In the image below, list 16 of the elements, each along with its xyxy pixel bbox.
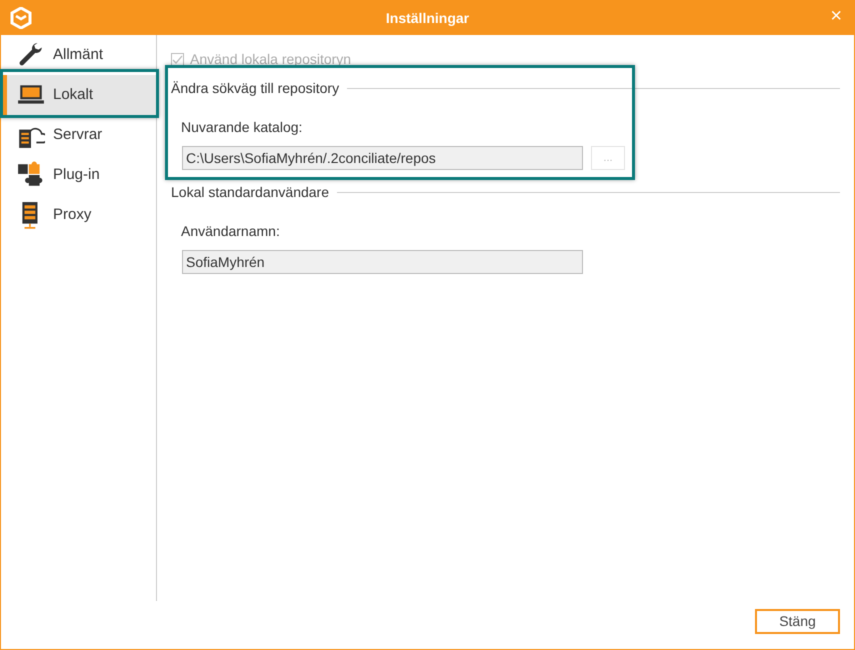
- puzzle-icon: [17, 161, 45, 189]
- window-title: Inställningar: [386, 8, 470, 28]
- text-field[interactable]: SofiaMyhrén: [182, 250, 583, 274]
- sidebar-item[interactable]: Lokalt: [1, 75, 156, 115]
- close-button[interactable]: Stäng: [755, 609, 840, 634]
- sidebar-item[interactable]: Proxy: [1, 195, 156, 235]
- sidebar-item[interactable]: Allmänt: [1, 35, 156, 75]
- field-label: Nuvarande katalog:: [181, 118, 304, 137]
- app-logo-icon: [10, 7, 32, 29]
- field-label: Användarnamn:: [181, 222, 281, 241]
- section-title: Lokal standardanvändare: [171, 183, 330, 202]
- section-title: Ändra sökväg till repository: [171, 79, 340, 98]
- sidebar-item[interactable]: Servrar: [1, 115, 156, 155]
- sidebar-item[interactable]: Plug-in: [1, 155, 156, 195]
- text-field[interactable]: C:\Users\SofiaMyhrén/.2conciliate/repos: [182, 146, 583, 170]
- checkbox-label: Använd lokala repositoryn: [190, 50, 352, 69]
